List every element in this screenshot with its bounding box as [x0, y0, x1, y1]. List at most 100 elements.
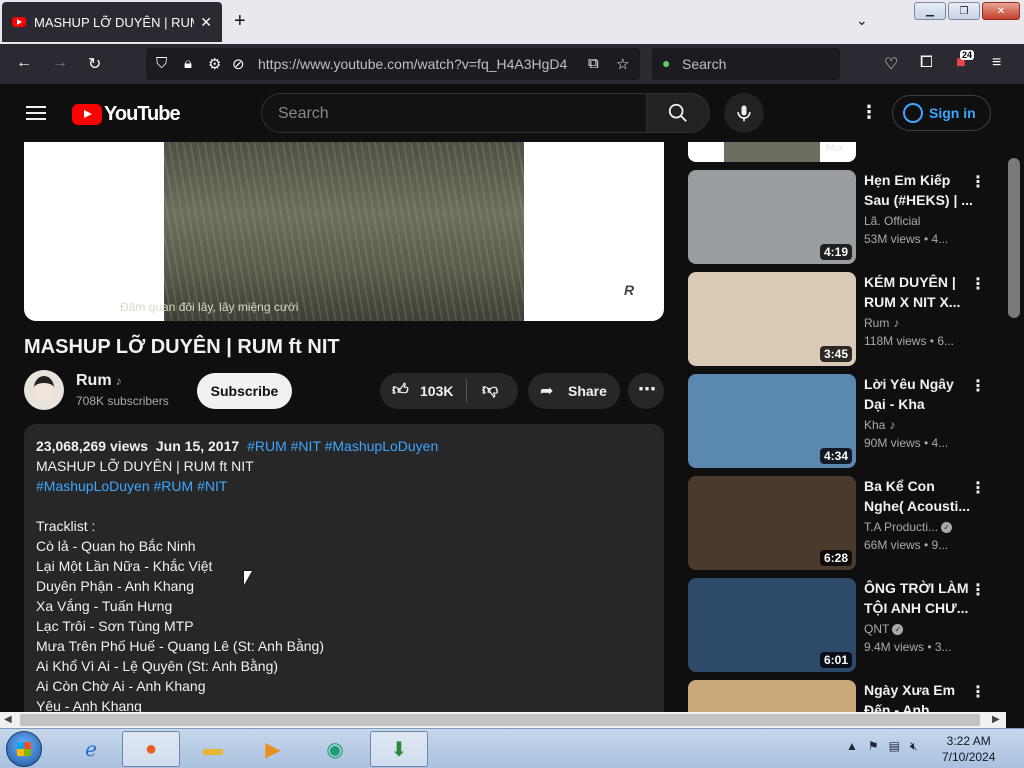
video-thumbnail[interactable]: 4:19: [688, 170, 856, 264]
guide-menu-icon[interactable]: [26, 106, 46, 120]
app-icon[interactable]: ◉: [306, 731, 364, 767]
youtube-search-button[interactable]: [646, 93, 710, 133]
recommendation-menu-icon[interactable]: ⋮: [970, 274, 986, 294]
video-title: MASHUP LỠ DUYÊN | RUM ft NIT: [24, 336, 340, 358]
network-icon[interactable]: ▤: [889, 739, 900, 754]
recommendation-title[interactable]: KÉM DUYÊN | RUM X NIT X...: [864, 272, 976, 312]
pocket-icon[interactable]: ♡: [884, 54, 898, 74]
video-description[interactable]: 23,068,269 views Jun 15, 2017 #RUM #NIT …: [24, 424, 664, 714]
restore-button[interactable]: ❐: [948, 2, 980, 20]
youtube-favicon-icon: [12, 17, 26, 27]
recommendation-title[interactable]: Lời Yêu Ngây Dại - Kha: [864, 374, 976, 414]
close-window-button[interactable]: ✕: [982, 2, 1020, 20]
like-count[interactable]: 103K: [420, 383, 453, 399]
dislike-icon[interactable]: 👎︎: [482, 381, 498, 400]
youtube-logo[interactable]: YouTube: [72, 103, 181, 126]
recommendation-channel[interactable]: Rum ♪: [864, 316, 899, 330]
description-lines: MASHUP LỠ DUYÊN | RUM ft NIT #MashupLoDuy…: [36, 456, 652, 714]
video-player[interactable]: Đâm quan đôi lây, lây miệng cưới R: [24, 142, 664, 321]
window-controls: ▁ ❐ ✕: [914, 2, 1020, 20]
media-player-icon[interactable]: ▶: [244, 731, 302, 767]
video-duration: 3:45: [819, 346, 852, 362]
settings-more-icon[interactable]: ⋮: [860, 102, 878, 123]
share-button[interactable]: ➦ Share: [528, 373, 620, 409]
recommendation-menu-icon[interactable]: ⋮: [970, 478, 986, 498]
horizontal-scroll-thumb[interactable]: [20, 714, 980, 726]
volume-muted-icon[interactable]: 🔇︎: [910, 739, 918, 754]
voice-search-button[interactable]: [724, 93, 764, 133]
vertical-scroll-thumb[interactable]: [1008, 158, 1020, 318]
picture-in-picture-icon[interactable]: ⧉: [588, 55, 599, 72]
recommendation-channel[interactable]: Lã. Official: [864, 214, 920, 228]
recommendation-menu-icon[interactable]: ⋮: [970, 172, 986, 192]
taskbar-clock[interactable]: 3:22 AM 7/10/2024: [942, 733, 995, 765]
recommendation-menu-icon[interactable]: ⋮: [970, 376, 986, 396]
video-thumbnail[interactable]: 6:01: [688, 578, 856, 672]
search-engine-icon: ●: [662, 55, 671, 71]
internet-explorer-icon[interactable]: ℯ: [62, 731, 120, 767]
vertical-scrollbar[interactable]: [1006, 142, 1024, 712]
recommendation-channel[interactable]: QNT ✓: [864, 622, 904, 636]
subscribe-button[interactable]: Subscribe: [197, 373, 292, 409]
back-icon[interactable]: ←: [16, 54, 32, 72]
start-button[interactable]: [6, 731, 42, 767]
reload-icon[interactable]: ↻: [88, 54, 101, 74]
sign-in-button[interactable]: Sign in: [892, 95, 991, 131]
recommendation-item[interactable]: 6:28 Ba Kể Con Nghe( Acousti... T.A Produc…: [688, 476, 1008, 570]
horizontal-scrollbar[interactable]: ◀ ▶: [0, 712, 1006, 728]
show-hidden-icons-icon[interactable]: ▲: [846, 739, 858, 754]
firefox-icon[interactable]: ●: [122, 731, 180, 767]
download-manager-icon[interactable]: ⬇: [370, 731, 428, 767]
music-note-icon: ♪: [889, 418, 896, 432]
scroll-left-arrow-icon[interactable]: ◀: [4, 714, 12, 725]
action-center-flag-icon[interactable]: ⚑: [868, 739, 879, 754]
recommendation-title[interactable]: ÔNG TRỜI LÀM TỘI ANH CHƯ...: [864, 578, 976, 618]
permissions-icon[interactable]: ⚙: [208, 55, 221, 73]
recommendation-channel-text: Kha: [864, 418, 886, 432]
recommendation-item[interactable]: 3:45 KÉM DUYÊN | RUM X NIT X... Rum ♪ 118M v…: [688, 272, 1008, 366]
video-thumbnail[interactable]: 6:28: [688, 476, 856, 570]
forward-icon[interactable]: →: [52, 54, 68, 72]
scroll-right-arrow-icon[interactable]: ▶: [992, 714, 1000, 725]
video-lyric-caption: Đâm quan đôi lây, lây miệng cưới: [120, 300, 299, 314]
recommendation-menu-icon[interactable]: ⋮: [970, 682, 986, 702]
mix-thumbnail-partial[interactable]: Mix: [688, 142, 856, 162]
list-all-tabs-icon[interactable]: ⌄: [856, 12, 868, 29]
channel-avatar[interactable]: [24, 370, 64, 410]
new-tab-icon[interactable]: +: [234, 10, 246, 33]
recommendation-item[interactable]: 6:01 ÔNG TRỜI LÀM TỘI ANH CHƯ... QNT ✓ 9.4M …: [688, 578, 1008, 672]
description-line: Tracklist :: [36, 518, 96, 534]
like-icon[interactable]: 👍︎: [392, 381, 409, 400]
recommendation-title[interactable]: Hẹn Em Kiếp Sau (#HEKS) | ...: [864, 170, 976, 210]
extensions-icon[interactable]: ⧠: [920, 54, 933, 72]
recommendation-channel-text: Rum: [864, 316, 890, 330]
description-line[interactable]: #MashupLoDuyen #RUM #NIT: [36, 476, 652, 496]
hashtags[interactable]: #RUM #NIT #MashupLoDuyen: [247, 438, 438, 454]
recommendation-item[interactable]: 4:19 Hẹn Em Kiếp Sau (#HEKS) | ... Lã. Off…: [688, 170, 1008, 264]
recommendation-channel[interactable]: T.A Producti... ✓: [864, 520, 953, 534]
description-line: Lại Một Lần Nữa - Khắc Việt: [36, 558, 213, 574]
description-line: Lạc Trôi - Sơn Tùng MTP: [36, 618, 194, 634]
recommendation-title[interactable]: Ba Kể Con Nghe( Acousti...: [864, 476, 976, 516]
autoplay-blocked-icon[interactable]: ⊘: [232, 55, 245, 73]
bookmark-star-icon[interactable]: ☆: [616, 55, 629, 73]
recommendation-item[interactable]: 4:34 Lời Yêu Ngây Dại - Kha Kha ♪ 90M views …: [688, 374, 1008, 468]
lock-icon[interactable]: 🔒︎: [184, 55, 192, 72]
close-tab-icon[interactable]: ✕: [200, 14, 212, 31]
browser-tab-youtube[interactable]: MASHUP LỠ DUYÊN | RUM ft NIT ✕: [2, 2, 222, 42]
recommendation-channel[interactable]: Kha ♪: [864, 418, 895, 432]
more-actions-button[interactable]: ⋯: [628, 373, 664, 409]
description-line: MASHUP LỠ DUYÊN | RUM ft NIT: [36, 458, 254, 474]
browser-search-bar[interactable]: ● Search: [652, 48, 840, 80]
recommendation-menu-icon[interactable]: ⋮: [970, 580, 986, 600]
channel-name[interactable]: Rum ♪: [76, 372, 122, 390]
file-explorer-icon[interactable]: ▬: [184, 731, 242, 767]
youtube-search-input[interactable]: Search: [261, 93, 647, 133]
address-bar[interactable]: ⛉ 🔒︎ ⚙ ⊘ https://www.youtube.com/watch?v…: [146, 48, 640, 80]
video-thumbnail[interactable]: 3:45: [688, 272, 856, 366]
browser-navigation-bar: ← → ↻ ⛉ 🔒︎ ⚙ ⊘ https://www.youtube.com/w…: [0, 44, 1024, 84]
minimize-button[interactable]: ▁: [914, 2, 946, 20]
video-thumbnail[interactable]: 4:34: [688, 374, 856, 468]
shield-icon[interactable]: ⛉: [156, 55, 167, 72]
menu-icon[interactable]: ≡: [992, 54, 1001, 72]
